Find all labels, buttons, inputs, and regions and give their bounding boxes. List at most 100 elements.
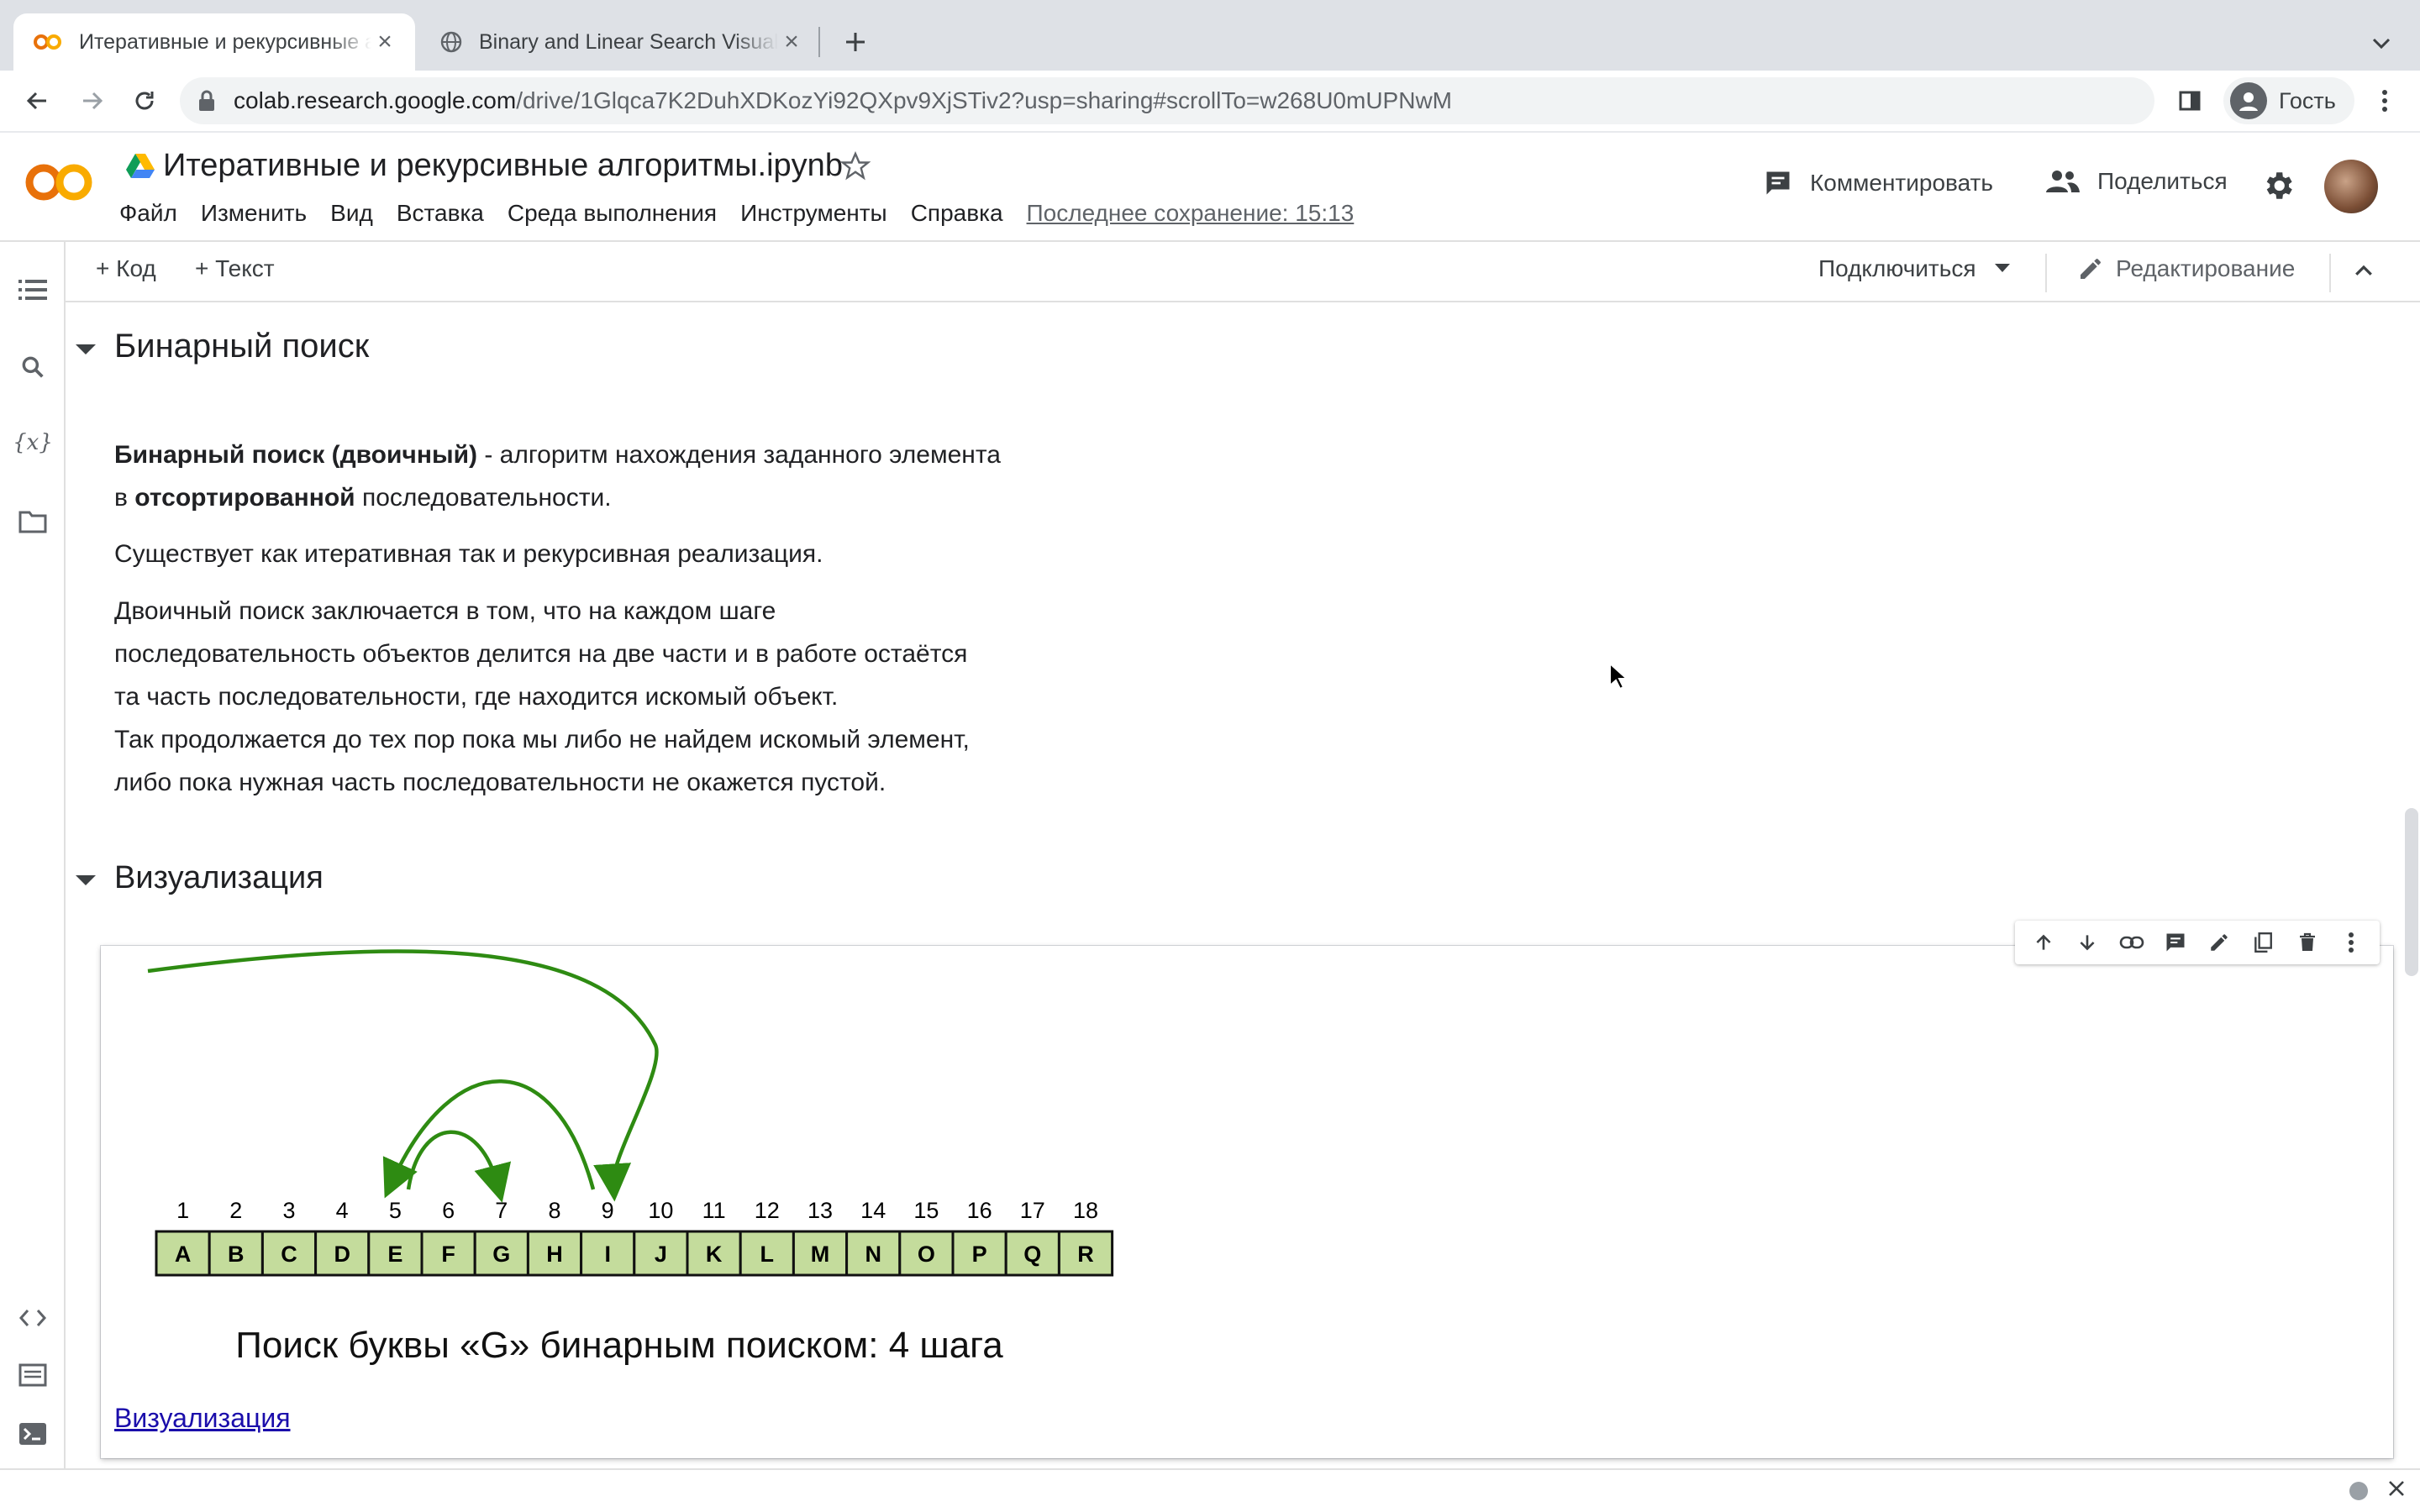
reload-icon[interactable] [124, 81, 165, 121]
text-line: либо пока нужная часть последовательност… [114, 769, 886, 796]
array-cell-letter: K [706, 1242, 723, 1267]
mirror-cell-icon[interactable] [2246, 926, 2280, 959]
section-heading-visualization: Визуализация [114, 860, 324, 895]
cell-toolbar [2015, 921, 2380, 964]
visualization-cell[interactable]: 1 2 3 4 5 6 7 8 9 10 11 12 13 14 15 16 17 18 ABCDEFGHIJKL… [101, 946, 2393, 1458]
new-tab-icon[interactable] [837, 24, 874, 60]
files-folder-icon[interactable] [13, 502, 52, 541]
move-down-arrow-icon[interactable] [2070, 926, 2104, 959]
notebook-toolbar [66, 242, 2420, 302]
notebook-title[interactable]: Итеративные и рекурсивные алгоритмы.ipyn… [163, 148, 843, 184]
comment-icon[interactable] [2159, 926, 2192, 959]
command-palette-icon[interactable] [13, 1356, 52, 1394]
array-index-label: 1 [176, 1198, 189, 1223]
text-line: последовательность объектов делится на д… [114, 640, 968, 668]
move-up-arrow-icon[interactable] [2027, 926, 2060, 959]
close-tab-icon[interactable]: × [371, 28, 398, 55]
menu-tools[interactable]: Инструменты [740, 200, 887, 227]
share-label: Поделиться [2097, 168, 2228, 194]
toolbar-divider [2329, 254, 2331, 292]
array-index-label: 16 [967, 1198, 992, 1223]
collapse-section-caret-icon[interactable] [71, 334, 101, 365]
array-index-label: 11 [702, 1198, 726, 1223]
menu-help[interactable]: Справка [911, 200, 1003, 227]
menu-edit[interactable]: Изменить [201, 200, 307, 227]
array-cell-letter: A [175, 1242, 192, 1267]
more-options-icon[interactable] [2334, 926, 2368, 959]
delete-trash-icon[interactable] [2291, 926, 2324, 959]
collapse-header-chevron-icon[interactable] [2351, 259, 2376, 284]
pencil-icon [2077, 255, 2104, 282]
close-tab-icon[interactable]: × [778, 28, 805, 55]
array-index-label: 6 [442, 1198, 455, 1223]
array-index-label: 2 [229, 1198, 242, 1223]
edit-pencil-icon[interactable] [2202, 926, 2236, 959]
forward-arrow-icon[interactable] [72, 81, 113, 121]
share-button[interactable]: Поделиться [2045, 168, 2228, 195]
text-span: последовательности. [355, 484, 612, 512]
colab-favicon-icon [34, 34, 62, 50]
comment-label: Комментировать [1810, 170, 1993, 196]
visualization-link[interactable]: Визуализация [114, 1403, 291, 1434]
tab-title: Итеративные и рекурсивные алгоритмы.ipyn… [79, 29, 371, 54]
menu-bar: Файл Изменить Вид Вставка Среда выполнен… [119, 200, 1377, 227]
array-cell-letter: B [228, 1242, 245, 1267]
browser-menu-icon[interactable] [2365, 81, 2405, 121]
tab-search-chevron-icon[interactable] [2363, 25, 2400, 62]
url-host: colab.research.google.com [234, 87, 517, 113]
terminal-icon[interactable] [13, 1415, 52, 1453]
menu-insert[interactable]: Вставка [397, 200, 484, 227]
link-icon[interactable] [2115, 926, 2149, 959]
array-cell-letter: N [865, 1242, 881, 1267]
array-cell-letter: J [655, 1242, 667, 1267]
array-index-label: 18 [1073, 1198, 1098, 1223]
back-arrow-icon[interactable] [17, 81, 57, 121]
menu-runtime[interactable]: Среда выполнения [508, 200, 717, 227]
array-index-label: 8 [548, 1198, 560, 1223]
collapse-section-caret-icon[interactable] [71, 865, 101, 895]
status-dot-icon [2349, 1482, 2368, 1500]
globe-icon [440, 31, 462, 53]
colab-logo[interactable] [24, 160, 96, 205]
settings-gear-icon[interactable] [2260, 168, 2296, 203]
add-code-button[interactable]: + Код [96, 255, 156, 282]
last-saved-link[interactable]: Последнее сохранение: 15:13 [1027, 200, 1355, 227]
star-icon[interactable] [840, 151, 871, 181]
user-avatar[interactable] [2324, 160, 2378, 213]
array-index-label: 17 [1020, 1198, 1045, 1223]
guest-avatar-icon [2230, 82, 2267, 119]
text-line: та часть последовательности, где находит… [114, 683, 839, 711]
close-status-icon[interactable] [2386, 1478, 2407, 1499]
side-panel-icon[interactable] [2170, 81, 2210, 121]
scrollbar-thumb[interactable] [2405, 808, 2418, 976]
table-of-contents-icon[interactable] [13, 270, 52, 309]
text-line: Двоичный поиск заключается в том, что на… [114, 597, 776, 625]
google-drive-icon [126, 153, 155, 178]
array-cell-letter: I [604, 1242, 611, 1267]
array-index-label: 12 [755, 1198, 780, 1223]
array-cell-letter: C [281, 1242, 297, 1267]
array-index-label: 3 [282, 1198, 295, 1223]
editing-mode-button[interactable]: Редактирование [2077, 255, 2295, 282]
people-icon [2045, 169, 2081, 194]
comment-button[interactable]: Комментировать [1763, 168, 1993, 198]
menu-view[interactable]: Вид [330, 200, 373, 227]
address-bar[interactable]: colab.research.google.com/drive/1Glqca7K… [180, 77, 2154, 124]
profile-button[interactable]: Гость [2223, 77, 2354, 124]
text-span: в [114, 484, 135, 512]
connect-button[interactable]: Подключиться [1818, 255, 2010, 282]
comment-icon [1763, 168, 1793, 198]
add-text-button[interactable]: + Текст [195, 255, 275, 282]
menu-file[interactable]: Файл [119, 200, 177, 227]
tab-separator [818, 27, 820, 57]
connect-label: Подключиться [1818, 255, 1976, 281]
profile-label: Гость [2279, 87, 2336, 113]
search-icon[interactable] [13, 348, 52, 386]
dropdown-caret-icon[interactable] [1994, 264, 2010, 274]
variables-icon[interactable]: {x} [13, 423, 52, 462]
array-cell-letter: Q [1023, 1242, 1041, 1267]
array-cell-letter: M [811, 1242, 830, 1267]
code-snippets-icon[interactable] [13, 1299, 52, 1337]
browser-tab-visualization[interactable]: Binary and Linear Search Visualization × [420, 13, 822, 71]
browser-tab-colab[interactable]: Итеративные и рекурсивные алгоритмы.ipyn… [13, 13, 415, 71]
